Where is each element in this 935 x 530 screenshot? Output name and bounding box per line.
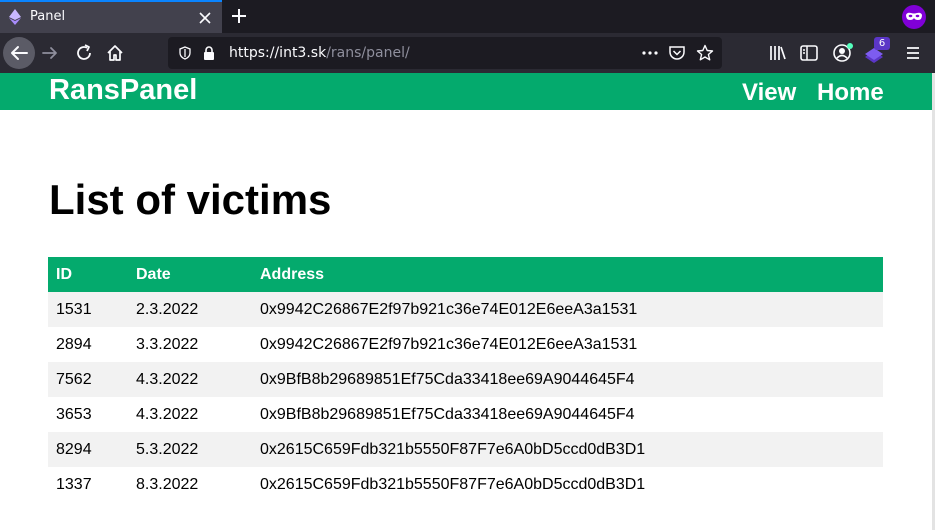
- sidebar-icon[interactable]: [799, 43, 819, 63]
- url-bar[interactable]: https://int3.sk/rans/panel/: [168, 37, 722, 69]
- table-row: 1337 8.3.2022 0x2615C659Fdb321b5550F87F7…: [48, 467, 883, 502]
- table-row: 7562 4.3.2022 0x9BfB8b29689851Ef75Cda334…: [48, 362, 883, 397]
- shield-icon[interactable]: [178, 46, 192, 60]
- tab-bar: Panel: [0, 0, 935, 33]
- cell-date: 4.3.2022: [128, 397, 252, 432]
- cell-date: 8.3.2022: [128, 467, 252, 502]
- cell-id: 1337: [48, 467, 128, 502]
- ethereum-icon: [9, 9, 21, 25]
- cell-id: 7562: [48, 362, 128, 397]
- url-path: /rans/panel/: [326, 45, 410, 61]
- browser-tab[interactable]: Panel: [0, 0, 222, 33]
- cell-id: 1531: [48, 292, 128, 327]
- tab-title: Panel: [30, 9, 66, 24]
- nav-link-view[interactable]: View: [742, 79, 796, 107]
- cell-id: 8294: [48, 432, 128, 467]
- url-text[interactable]: https://int3.sk/rans/panel/: [229, 45, 410, 61]
- site-header: RansPanel View Home: [0, 73, 932, 110]
- more-dots-icon[interactable]: [640, 45, 660, 61]
- cell-date: 5.3.2022: [128, 432, 252, 467]
- page-content: RansPanel View Home List of victims ID D…: [0, 73, 935, 530]
- cell-date: 4.3.2022: [128, 362, 252, 397]
- table-row: 3653 4.3.2022 0x9BfB8b29689851Ef75Cda334…: [48, 397, 883, 432]
- victims-table: ID Date Address 1531 2.3.2022 0x9942C268…: [48, 257, 883, 502]
- home-icon[interactable]: [105, 43, 125, 63]
- cell-date: 2.3.2022: [128, 292, 252, 327]
- column-header-id: ID: [48, 257, 128, 292]
- cell-address: 0x2615C659Fdb321b5550F87F7e6A0bD5ccd0dB3…: [252, 467, 883, 502]
- table-row: 1531 2.3.2022 0x9942C26867E2f97b921c36e7…: [48, 292, 883, 327]
- account-button[interactable]: [832, 42, 854, 64]
- cell-address: 0x9942C26867E2f97b921c36e74E012E6eeA3a15…: [252, 292, 883, 327]
- lock-icon[interactable]: [202, 45, 216, 61]
- page-title: List of victims: [49, 176, 332, 223]
- account-icon: [833, 43, 853, 62]
- table-row: 8294 5.3.2022 0x2615C659Fdb321b5550F87F7…: [48, 432, 883, 467]
- brand-logo[interactable]: RansPanel: [49, 74, 197, 107]
- cell-id: 3653: [48, 397, 128, 432]
- cell-id: 2894: [48, 327, 128, 362]
- back-button[interactable]: [3, 37, 35, 69]
- star-icon[interactable]: [696, 44, 714, 62]
- reload-icon[interactable]: [74, 43, 94, 63]
- pocket-icon[interactable]: [668, 45, 686, 61]
- table-row: 2894 3.3.2022 0x9942C26867E2f97b921c36e7…: [48, 327, 883, 362]
- column-header-address: Address: [252, 257, 883, 292]
- extension-badge: 6: [874, 37, 890, 50]
- arrow-right-icon[interactable]: [40, 43, 60, 63]
- cell-address: 0x9BfB8b29689851Ef75Cda33418ee69A9044645…: [252, 397, 883, 432]
- arrow-left-icon: [11, 46, 28, 60]
- url-host: https://int3.sk: [229, 45, 327, 61]
- cell-address: 0x9942C26867E2f97b921c36e74E012E6eeA3a15…: [252, 327, 883, 362]
- cell-address: 0x9BfB8b29689851Ef75Cda33418ee69A9044645…: [252, 362, 883, 397]
- plus-icon[interactable]: [229, 6, 249, 26]
- cell-address: 0x2615C659Fdb321b5550F87F7e6A0bD5ccd0dB3…: [252, 432, 883, 467]
- private-mask-icon[interactable]: [902, 5, 926, 29]
- close-icon[interactable]: [197, 10, 213, 26]
- nav-link-home[interactable]: Home: [817, 79, 884, 107]
- extension-button[interactable]: 6: [862, 37, 892, 67]
- cell-date: 3.3.2022: [128, 327, 252, 362]
- table-header-row: ID Date Address: [48, 257, 883, 292]
- library-icon[interactable]: [768, 43, 788, 63]
- navigation-toolbar: https://int3.sk/rans/panel/ 6: [0, 33, 935, 73]
- hamburger-menu-icon[interactable]: [903, 43, 923, 63]
- column-header-date: Date: [128, 257, 252, 292]
